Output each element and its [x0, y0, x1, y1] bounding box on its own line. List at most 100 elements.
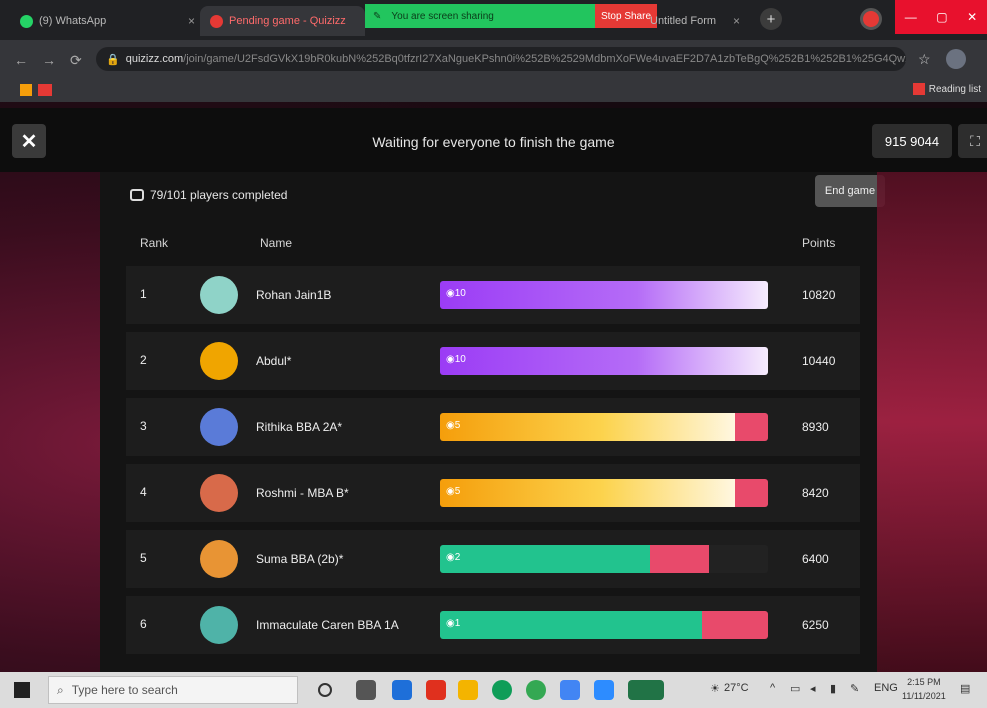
maximize-icon[interactable]: ▢ [936, 10, 947, 24]
players-completed: 79/101 players completed [130, 188, 287, 202]
chrome-icon[interactable] [526, 680, 546, 700]
url-input[interactable]: 🔒 quizizz.com /join/game/U2FsdGVkX19bR0k… [96, 47, 906, 71]
player-points: 8930 [802, 420, 829, 434]
file-explorer-icon[interactable] [458, 680, 478, 700]
teams-icon[interactable] [560, 680, 580, 700]
notification-icon[interactable]: ▤ [960, 682, 970, 695]
outlook-icon[interactable] [594, 680, 614, 700]
edge-icon[interactable] [492, 680, 512, 700]
reading-list-icon [912, 83, 925, 95]
game-code: 915 9044 [872, 124, 952, 158]
streak-count: ◉2 [446, 552, 461, 563]
profile-avatar[interactable] [946, 49, 966, 69]
streak-icon: ◉ [446, 486, 455, 497]
players-icon [130, 189, 144, 201]
incorrect-fill [650, 545, 709, 573]
player-rank: 5 [140, 551, 147, 565]
streak-count: ◉1 [446, 618, 461, 629]
accuracy-bar: ◉1 [440, 611, 768, 639]
volume-icon[interactable]: ◂ [810, 682, 816, 695]
correct-fill [440, 347, 768, 375]
pen-tray-icon[interactable]: ✎ [850, 682, 859, 695]
weather-temp: 27°C [724, 682, 749, 694]
correct-fill [440, 479, 735, 507]
player-points: 10440 [802, 354, 836, 368]
record-icon[interactable] [860, 8, 882, 30]
correct-fill [440, 413, 735, 441]
network-icon[interactable]: ▭ [790, 682, 800, 695]
player-points: 6250 [802, 618, 829, 632]
streak-icon: ◉ [446, 288, 455, 299]
page-title: Waiting for everyone to finish the game [372, 134, 615, 150]
game-top-bar: ✕ Waiting for everyone to finish the gam… [0, 108, 987, 172]
lock-icon: 🔒 [106, 53, 120, 66]
cortana-icon[interactable] [318, 683, 332, 697]
window-controls: — ▢ ✕ [895, 0, 987, 34]
task-view-icon[interactable] [356, 680, 376, 700]
quizizz-icon [210, 14, 223, 28]
quizizz-page: ✕ Waiting for everyone to finish the gam… [0, 102, 987, 672]
leaderboard-row: 3 Rithika BBA 2A* ◉5 8930 [126, 398, 860, 456]
player-name: Roshmi - MBA B* [256, 486, 349, 500]
tab-quizizz[interactable]: Pending game - Quizizz [200, 6, 365, 36]
excel-icon[interactable] [628, 680, 664, 700]
player-rank: 2 [140, 353, 147, 367]
address-bar: ← → ⟳ 🔒 quizizz.com /join/game/U2FsdGVkX… [0, 40, 987, 78]
forward-icon[interactable]: → [42, 52, 56, 68]
minimize-icon[interactable]: — [905, 10, 917, 24]
player-avatar [200, 408, 238, 446]
player-rank: 4 [140, 485, 147, 499]
tab-label: Pending game - Quizizz [229, 15, 346, 27]
browser-tab-bar: (9) WhatsApp × Pending game - Quizizz ✎ … [0, 0, 987, 40]
reload-icon[interactable]: ⟳ [70, 52, 82, 69]
fullscreen-icon[interactable]: ⛶ [958, 124, 987, 158]
player-rank: 3 [140, 419, 147, 433]
leaderboard-row: 4 Roshmi - MBA B* ◉5 8420 [126, 464, 860, 522]
back-icon[interactable]: ← [14, 52, 28, 68]
taskbar-search-input[interactable]: ⌕ Type here to search [48, 676, 298, 704]
apps-icon[interactable] [20, 84, 32, 96]
player-name: Abdul* [256, 354, 292, 368]
windows-start-icon[interactable] [14, 682, 30, 698]
player-points: 10820 [802, 288, 836, 302]
reading-list-button[interactable]: Reading list [912, 83, 981, 95]
language-indicator[interactable]: ENG [874, 682, 898, 694]
player-avatar [200, 276, 238, 314]
pen-icon: ✎ [373, 10, 382, 22]
bookmark-icon[interactable] [38, 84, 52, 96]
streak-count: ◉10 [446, 354, 466, 365]
incorrect-fill [735, 413, 768, 441]
end-game-button[interactable]: End game [815, 175, 885, 207]
close-tab-icon[interactable]: × [188, 14, 195, 28]
whatsapp-icon [20, 14, 33, 28]
streak-icon: ◉ [446, 420, 455, 431]
name-header: Name [260, 236, 293, 250]
new-tab-button[interactable]: + [760, 8, 782, 30]
player-name: Suma BBA (2b)* [256, 552, 344, 566]
battery-icon[interactable]: ▮ [830, 682, 836, 695]
tab-form[interactable]: Untitled Form × [640, 6, 750, 36]
bookmark-star-icon[interactable]: ☆ [918, 51, 931, 68]
zoom-icon[interactable] [392, 680, 412, 700]
accuracy-bar: ◉2 [440, 545, 768, 573]
tab-label: Untitled Form [650, 15, 717, 27]
chevron-up-icon[interactable]: ^ [770, 682, 775, 694]
accuracy-bar: ◉5 [440, 479, 768, 507]
streak-icon: ◉ [446, 552, 455, 563]
player-points: 6400 [802, 552, 829, 566]
windows-taskbar: ⌕ Type here to search ☀ 27°C ^ ▭ ◂ ▮ ✎ E… [0, 672, 987, 708]
close-tab-icon[interactable]: × [733, 14, 740, 28]
weather-icon[interactable]: ☀ [710, 682, 720, 695]
player-avatar [200, 606, 238, 644]
correct-fill [440, 611, 702, 639]
office-icon[interactable] [426, 680, 446, 700]
player-avatar [200, 342, 238, 380]
leaderboard-row: 6 Immaculate Caren BBA 1A ◉1 6250 [126, 596, 860, 654]
player-rank: 1 [140, 287, 147, 301]
close-window-icon[interactable]: ✕ [967, 10, 977, 24]
accuracy-bar: ◉10 [440, 281, 768, 309]
incorrect-fill [735, 479, 768, 507]
clock[interactable]: 2:15 PM 11/11/2021 [902, 675, 946, 703]
tab-whatsapp[interactable]: (9) WhatsApp × [10, 6, 205, 36]
streak-count: ◉10 [446, 288, 466, 299]
